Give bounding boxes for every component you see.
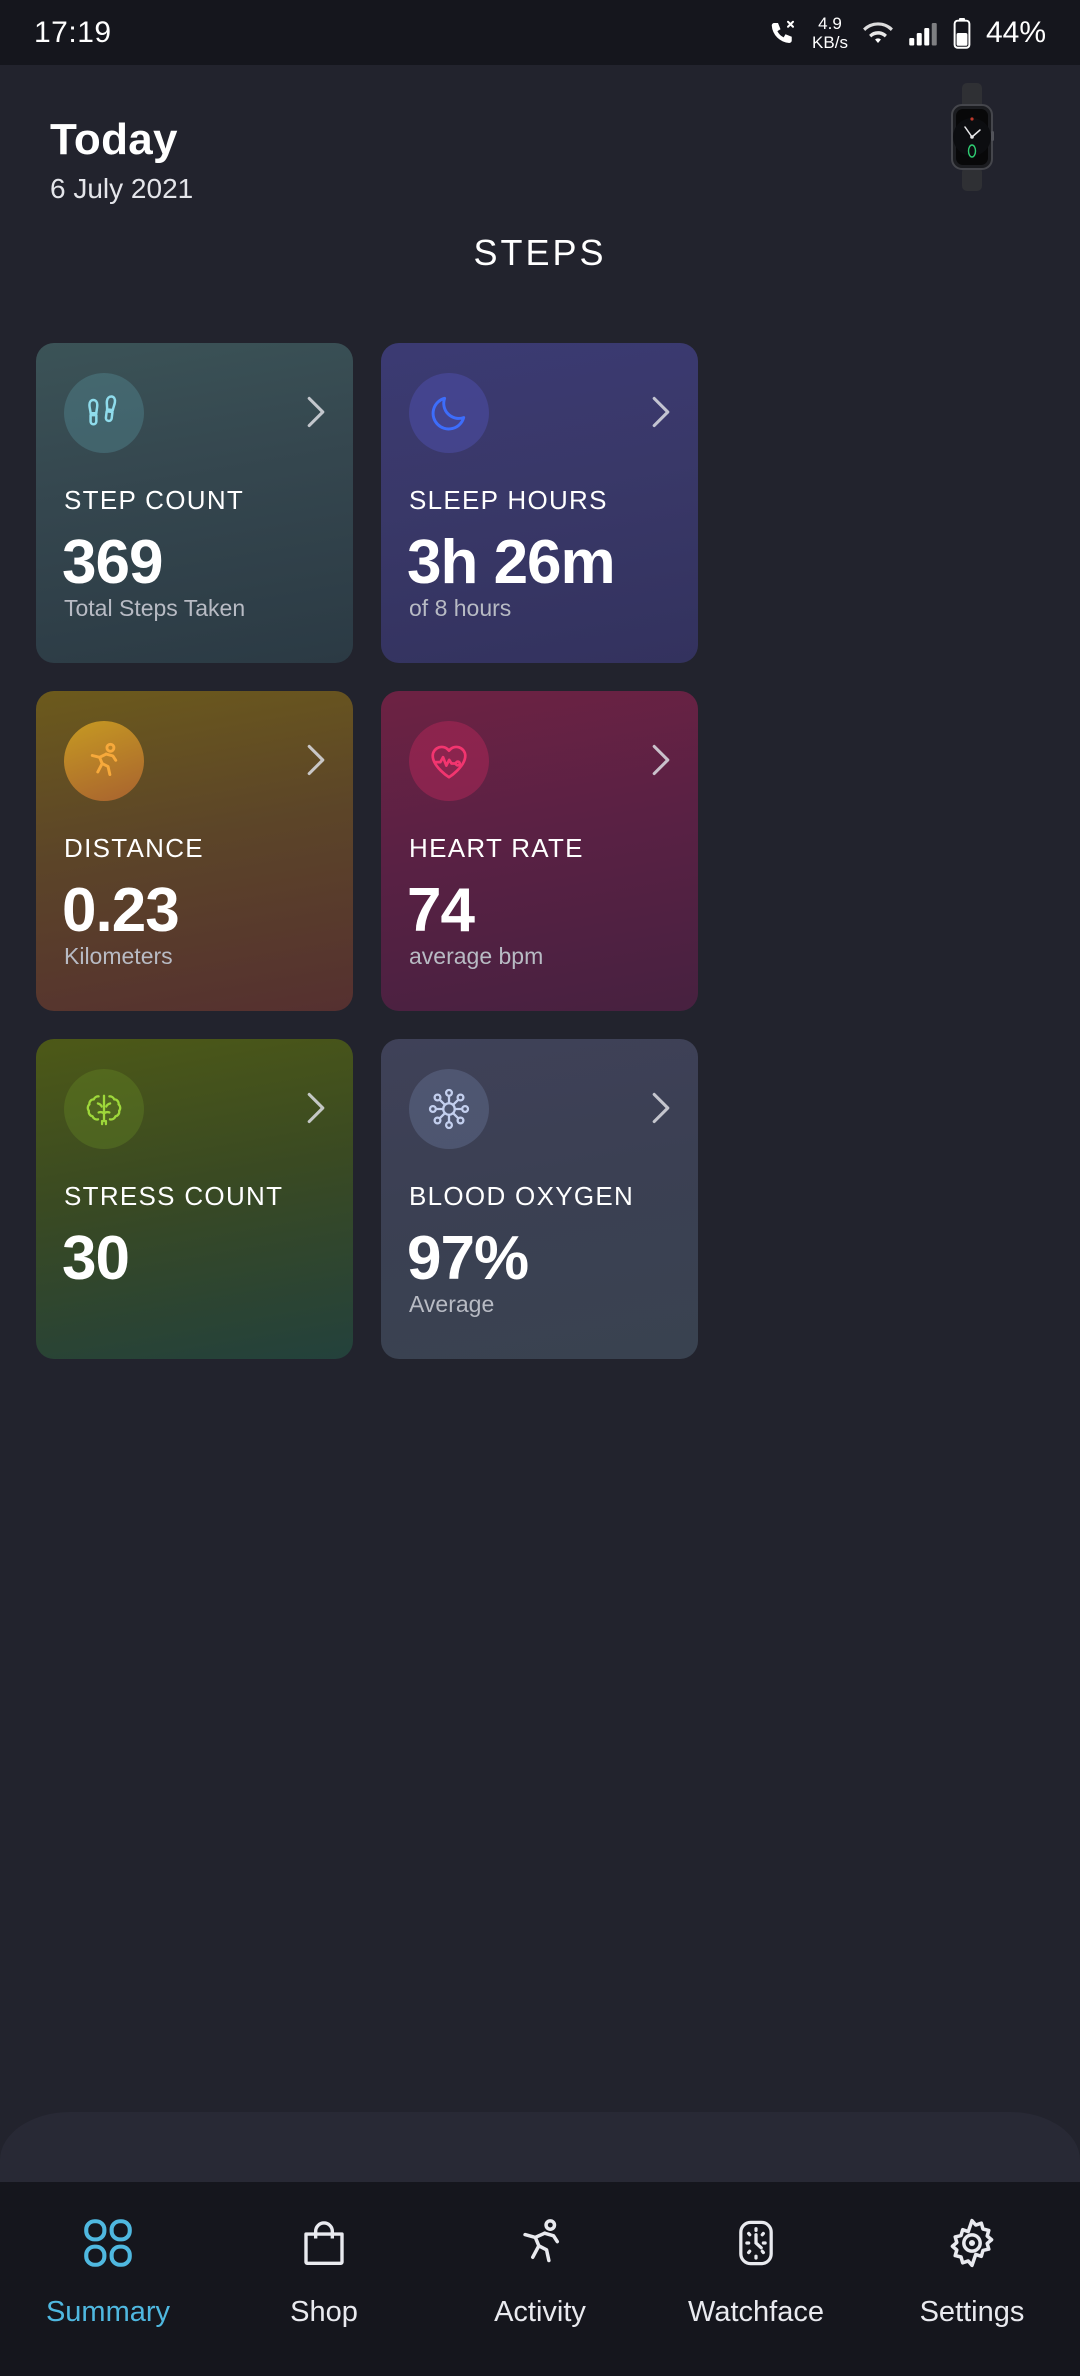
metric-label: STRESS COUNT: [64, 1181, 284, 1211]
page-title: Today: [50, 115, 178, 164]
chevron-right-icon[interactable]: [650, 395, 672, 429]
metric-value: 30: [62, 1224, 130, 1293]
moon-icon: [409, 373, 489, 453]
nav-item-summary[interactable]: Summary: [13, 2212, 203, 2329]
nav-item-settings[interactable]: Settings: [877, 2212, 1067, 2329]
metric-card-heart-rate[interactable]: HEART RATE 74 average bpm: [381, 691, 698, 1011]
cellular-signal-icon: [909, 22, 937, 45]
metric-value: 0.23: [62, 876, 180, 945]
metric-value: 97%: [407, 1224, 529, 1293]
status-time: 17:19: [34, 15, 112, 49]
metric-card-distance[interactable]: DISTANCE 0.23 Kilometers: [36, 691, 353, 1011]
grid-cell: STEP COUNT 369 Total Steps Taken: [36, 343, 353, 663]
metric-card-step-count[interactable]: STEP COUNT 369 Total Steps Taken: [36, 343, 353, 663]
metric-subtitle: of 8 hours: [409, 595, 512, 621]
battery-icon: [953, 17, 971, 49]
nav-label: Summary: [45, 2296, 171, 2328]
molecule-icon: [409, 1069, 489, 1149]
grid-cell: DISTANCE 0.23 Kilometers: [36, 691, 353, 1011]
network-speed-unit: KB/s: [812, 32, 848, 52]
metric-subtitle: Total Steps Taken: [64, 595, 246, 621]
wifi-icon: [863, 21, 893, 43]
metrics-grid: STEP COUNT 369 Total Steps Taken SLEEP H…: [36, 343, 1044, 1359]
sheet-curve-divider: [0, 2112, 1080, 2182]
metric-value: 3h 26m: [407, 528, 616, 597]
grid-cell: SLEEP HOURS 3h 26m of 8 hours: [381, 343, 698, 663]
chevron-right-icon[interactable]: [305, 1091, 327, 1125]
smartwatch-icon[interactable]: [944, 83, 1000, 191]
network-speed-value: 4.9: [818, 13, 842, 33]
nav-item-activity[interactable]: Activity: [445, 2212, 635, 2329]
nav-item-watchface[interactable]: Watchface: [661, 2212, 851, 2329]
running-person-icon: [64, 721, 144, 801]
metric-label: HEART RATE: [409, 833, 584, 863]
metric-card-sleep-hours[interactable]: SLEEP HOURS 3h 26m of 8 hours: [381, 343, 698, 663]
gear-icon: [944, 2212, 1000, 2274]
running-person-icon: [512, 2212, 568, 2274]
metric-label: DISTANCE: [64, 833, 204, 863]
metric-subtitle: Average: [409, 1291, 495, 1317]
app-root: 17:19 4.9 KB/s 44% Today 6 July 2021 STE…: [0, 0, 1080, 2376]
footprints-icon: [64, 373, 144, 453]
nav-label: Activity: [494, 2296, 586, 2328]
metric-label: STEP COUNT: [64, 485, 245, 515]
metric-subtitle: average bpm: [409, 943, 544, 969]
metric-label: BLOOD OXYGEN: [409, 1181, 635, 1211]
metric-card-blood-oxygen[interactable]: BLOOD OXYGEN 97% Average: [381, 1039, 698, 1359]
metric-subtitle: Kilometers: [64, 943, 173, 969]
grid-cell: BLOOD OXYGEN 97% Average: [381, 1039, 698, 1359]
grid-cell: STRESS COUNT 30: [36, 1039, 353, 1359]
page-date: 6 July 2021: [50, 173, 194, 204]
chevron-right-icon[interactable]: [650, 1091, 672, 1125]
grid-cell: HEART RATE 74 average bpm: [381, 691, 698, 1011]
nav-item-shop[interactable]: Shop: [229, 2212, 419, 2329]
chevron-right-icon[interactable]: [650, 743, 672, 777]
status-icons: 4.9 KB/s 44%: [768, 14, 1046, 52]
battery-percent: 44%: [985, 15, 1046, 49]
nav-label: Shop: [290, 2296, 358, 2328]
status-bar: 17:19 4.9 KB/s 44%: [0, 0, 1080, 65]
section-title: STEPS: [473, 232, 607, 273]
heart-pulse-icon: [409, 721, 489, 801]
phone-call-icon: [771, 20, 795, 43]
metric-value: 369: [62, 528, 163, 597]
chevron-right-icon[interactable]: [305, 395, 327, 429]
metric-value: 74: [407, 876, 475, 945]
network-speed: 4.9 KB/s: [812, 14, 848, 52]
nav-label: Watchface: [688, 2296, 824, 2328]
chevron-right-icon[interactable]: [305, 743, 327, 777]
metric-label: SLEEP HOURS: [409, 485, 608, 515]
brain-icon: [64, 1069, 144, 1149]
grid-squares-icon: [79, 2212, 137, 2274]
page-header: Today 6 July 2021: [0, 65, 1080, 225]
bottom-navigation: Summary Shop Activity Watchface Settings: [0, 2182, 1080, 2376]
shopping-bag-icon: [297, 2212, 351, 2274]
watchface-clock-icon: [730, 2212, 782, 2274]
nav-label: Settings: [919, 2296, 1025, 2328]
metric-card-stress-count[interactable]: STRESS COUNT 30: [36, 1039, 353, 1359]
